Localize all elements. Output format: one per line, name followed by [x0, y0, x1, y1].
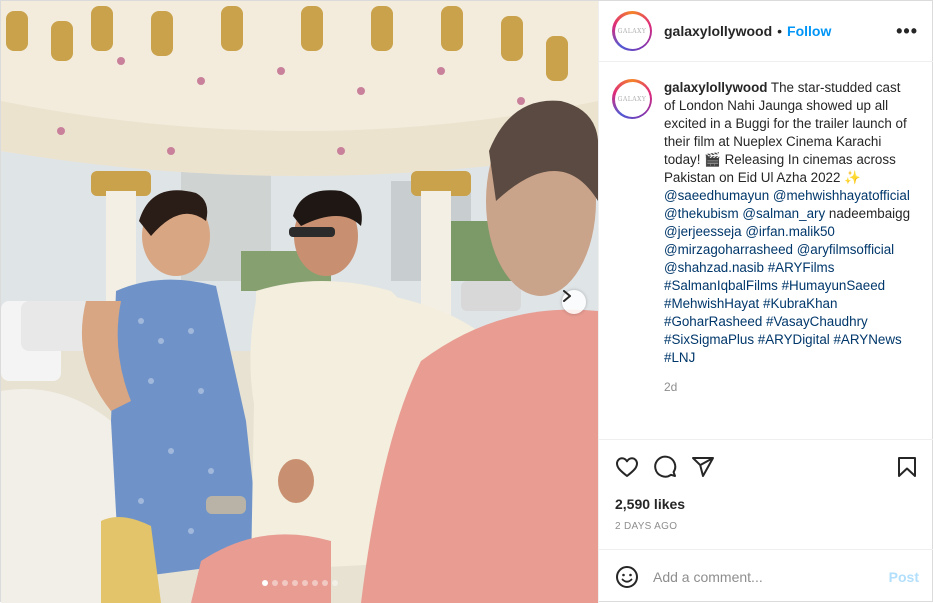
instagram-post: GALAXY galaxylollywood • Follow ••• GALA… [0, 0, 933, 603]
post-photo[interactable] [1, 1, 598, 603]
hashtag-link[interactable]: #SalmanIqbalFilms [664, 278, 778, 293]
carousel-dot [311, 580, 318, 586]
caption-body: The star-studded cast of London Nahi Jau… [664, 80, 907, 185]
heart-icon [616, 457, 638, 477]
chevron-right-icon [563, 290, 571, 302]
carousel-dot [261, 580, 268, 586]
avatar-logo-text: GALAXY [617, 95, 647, 103]
like-button[interactable] [615, 455, 639, 479]
hashtag-link[interactable]: #ARYDigital [758, 332, 830, 347]
action-bar: 2,590 likes 2 DAYS AGO [599, 439, 933, 532]
avatar[interactable]: GALAXY [612, 11, 652, 51]
action-icons-row [615, 452, 919, 482]
mention-link[interactable]: @shahzad.nasib [664, 260, 764, 275]
follow-button[interactable]: Follow [787, 23, 831, 39]
mention-link[interactable]: @jerjeesseja [664, 224, 742, 239]
caption-row: GALAXY galaxylollywood The star-studded … [612, 79, 922, 367]
separator-dot: • [777, 23, 783, 39]
post-comment-button[interactable]: Post [889, 569, 919, 585]
carousel-dot [281, 580, 288, 586]
hashtag-link[interactable]: #KubraKhan [763, 296, 837, 311]
caption-plain-name: nadeembaigg [825, 206, 911, 221]
mention-link[interactable]: @saeedhumayun [664, 188, 769, 203]
post-date[interactable]: 2 DAYS AGO [615, 521, 919, 532]
mention-link[interactable]: @aryfilmsofficial [797, 242, 894, 257]
carousel-dot [291, 580, 298, 586]
post-details-panel: GALAXY galaxylollywood • Follow ••• GALA… [598, 1, 933, 603]
mention-link[interactable]: @mehwishhayatofficial [773, 188, 910, 203]
hashtag-link[interactable]: #GoharRasheed [664, 314, 762, 329]
comment-icon [654, 455, 677, 478]
caption-text: galaxylollywood The star-studded cast of… [664, 79, 914, 367]
caption-username-link[interactable]: galaxylollywood [664, 80, 767, 95]
emoji-button[interactable] [615, 565, 639, 589]
save-button[interactable] [895, 455, 919, 479]
carousel-dot [271, 580, 278, 586]
carousel-indicator [1, 580, 598, 586]
avatar-logo-text: GALAXY [617, 27, 647, 35]
carousel-dot [301, 580, 308, 586]
post-header: GALAXY galaxylollywood • Follow ••• [599, 1, 933, 62]
mention-link[interactable]: @irfan.malik50 [745, 224, 835, 239]
hashtag-link[interactable]: #LNJ [664, 350, 695, 365]
share-button[interactable] [691, 455, 715, 479]
hashtag-link[interactable]: #ARYFilms [768, 260, 835, 275]
hashtag-link[interactable]: #ARYNews [833, 332, 901, 347]
hashtag-link[interactable]: #HumayunSaeed [782, 278, 885, 293]
likes-count[interactable]: 2,590 likes [615, 496, 919, 512]
more-options-button[interactable]: ••• [896, 21, 918, 42]
caption-time-ago[interactable]: 2d [664, 380, 922, 394]
carousel-dot [321, 580, 328, 586]
hashtag-link[interactable]: #MehwishHayat [664, 296, 759, 311]
comment-button[interactable] [653, 455, 677, 479]
mention-link[interactable]: @mirzagoharrasheed [664, 242, 793, 257]
carousel-dot [331, 580, 338, 586]
mention-link[interactable]: @salman_ary [742, 206, 825, 221]
share-icon [692, 457, 714, 477]
mention-link[interactable]: @thekubism [664, 206, 739, 221]
hashtag-link[interactable]: #SixSigmaPlus [664, 332, 754, 347]
hashtag-link[interactable]: #VasayChaudhry [766, 314, 868, 329]
next-slide-button[interactable] [562, 290, 586, 314]
username-link[interactable]: galaxylollywood [664, 23, 772, 39]
photo-illustration [1, 1, 598, 603]
comment-form: Post [599, 549, 933, 603]
comment-input[interactable] [653, 568, 889, 585]
bookmark-icon [898, 457, 916, 477]
caption-section: GALAXY galaxylollywood The star-studded … [599, 63, 933, 439]
emoji-icon [616, 565, 638, 588]
caption-avatar[interactable]: GALAXY [612, 79, 652, 119]
